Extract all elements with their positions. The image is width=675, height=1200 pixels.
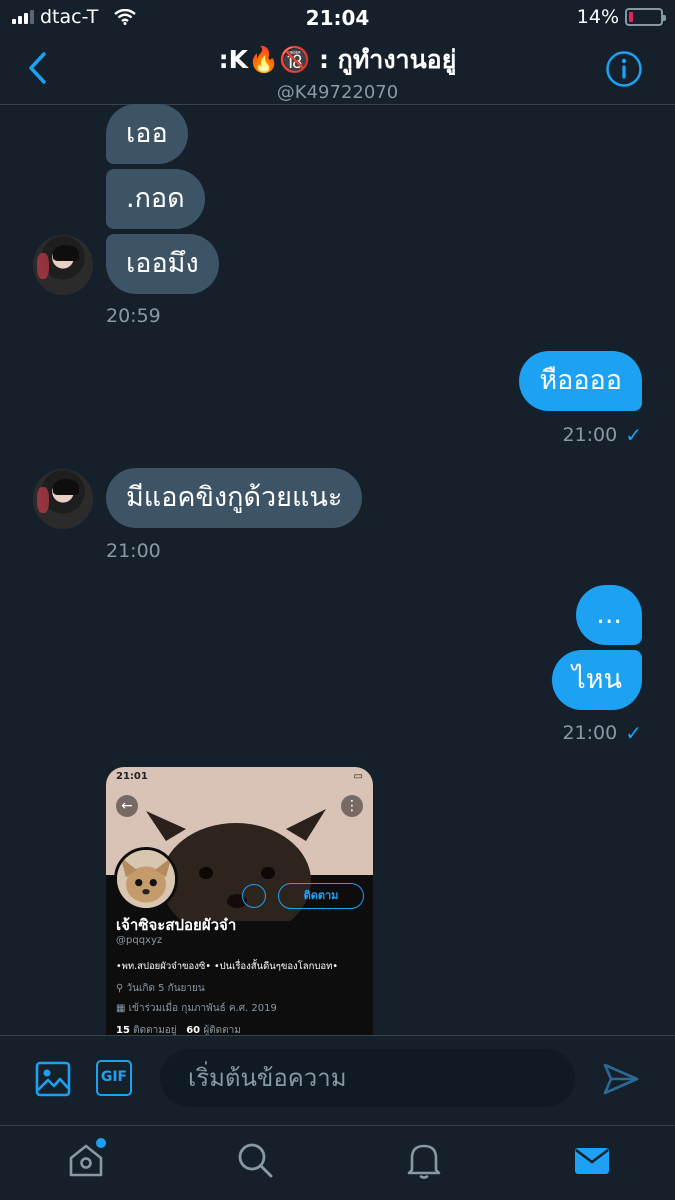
embedded-status-bar: 21:01 ▭ [116,771,363,782]
conversation-handle: @K49722070 [276,82,399,103]
message-timestamp: 20:59 [106,305,161,327]
sent-check-icon: ✓ [625,423,642,447]
incoming-message[interactable]: .กอด [106,169,205,229]
contact-avatar[interactable] [33,235,93,295]
mail-icon [575,1148,609,1174]
conversation-title-block[interactable]: :K🔥🔞 : กูทำงานอยู่ @K49722070 [100,40,575,103]
incoming-message[interactable]: มีแอคขิงกูด้วยแนะ [106,468,363,528]
info-button[interactable] [605,50,643,88]
image-icon[interactable] [34,1060,72,1098]
embedded-following-label: ติดตามอยู่ [133,1025,177,1035]
search-icon [238,1143,273,1178]
back-button[interactable] [24,50,54,86]
embedded-birthday: ⚲ วันเกิด 5 กันยายน [116,983,205,994]
message-composer: GIF [0,1035,675,1125]
tab-home[interactable] [66,1138,106,1180]
battery-icon [625,8,666,26]
status-time: 21:04 [305,6,370,30]
outgoing-message[interactable]: ... [576,585,642,645]
bottom-tab-bar [0,1125,675,1200]
embedded-followers-label: ผู้ติดตาม [203,1025,241,1035]
tab-search[interactable] [235,1140,275,1180]
embedded-follow-counts: 15 ติดตามอยู่ 60 ผู้ติดตาม [116,1023,241,1035]
embedded-joined-text: เข้าร่วมเมื่อ กุมภาพันธ์ ค.ศ. 2019 [128,1003,277,1014]
embedded-follow-button: ติดตาม [278,883,364,909]
message-timestamp-row: 21:00 ✓ [562,721,642,745]
embedded-more-icon: ⋮ [341,795,363,817]
conversation-header: :K🔥🔞 : กูทำงานอยู่ @K49722070 [0,36,675,105]
embedded-joined: ▦ เข้าร่วมเมื่อ กุมภาพันธ์ ค.ศ. 2019 [116,1003,277,1014]
battery-level [629,12,634,22]
embedded-birthday-text: วันเกิด 5 กันยายน [126,983,205,994]
contact-avatar[interactable] [33,469,93,529]
outgoing-message[interactable]: หืออออ [519,351,642,411]
embedded-profile-name: เจ้าซิจะสปอยผัวจ๋า [116,916,237,934]
battery-percent: 14% [576,6,619,28]
gif-button[interactable]: GIF [96,1060,132,1096]
notification-dot [96,1138,106,1148]
embedded-profile-avatar [114,847,178,911]
outgoing-message[interactable]: ไหน [552,650,642,710]
embedded-following-count: 15 [116,1025,130,1035]
sent-check-icon: ✓ [625,721,642,745]
message-timestamp: 21:00 [106,540,161,562]
embedded-profile-bio: •พท.สปอยผัวจ๋าของซิ• •ปนเรื่องสั้นดีนๆขอ… [116,961,338,972]
message-input[interactable] [160,1049,575,1107]
battery-info: 14% [576,6,666,28]
embedded-followers-count: 60 [186,1025,201,1035]
image-message[interactable]: 21:01 ▭ ← ⋮ ติดตาม เจ้าซิจะสปอยผัวจ๋า @p… [106,767,373,1035]
send-icon[interactable] [602,1060,640,1098]
bell-icon [407,1144,441,1179]
message-timestamp: 21:00 [562,424,618,446]
embedded-back-icon: ← [116,795,138,817]
embedded-profile-handle: @pqqxyz [116,935,163,946]
incoming-message[interactable]: เออมึง [106,234,219,294]
message-timestamp: 21:00 [562,722,618,744]
status-bar: dtac-T 21:04 14% [0,0,675,36]
tab-notifications[interactable] [404,1140,444,1180]
embedded-battery-icon: ▭ [353,771,363,782]
tab-messages[interactable] [572,1140,612,1180]
message-timestamp-row: 21:00 ✓ [562,423,642,447]
incoming-message[interactable]: เออ [106,104,188,164]
embedded-status-time: 21:01 [116,771,148,782]
conversation-title: :K🔥🔞 : กูทำงานอยู่ [218,45,457,74]
embedded-message-icon [242,884,266,908]
